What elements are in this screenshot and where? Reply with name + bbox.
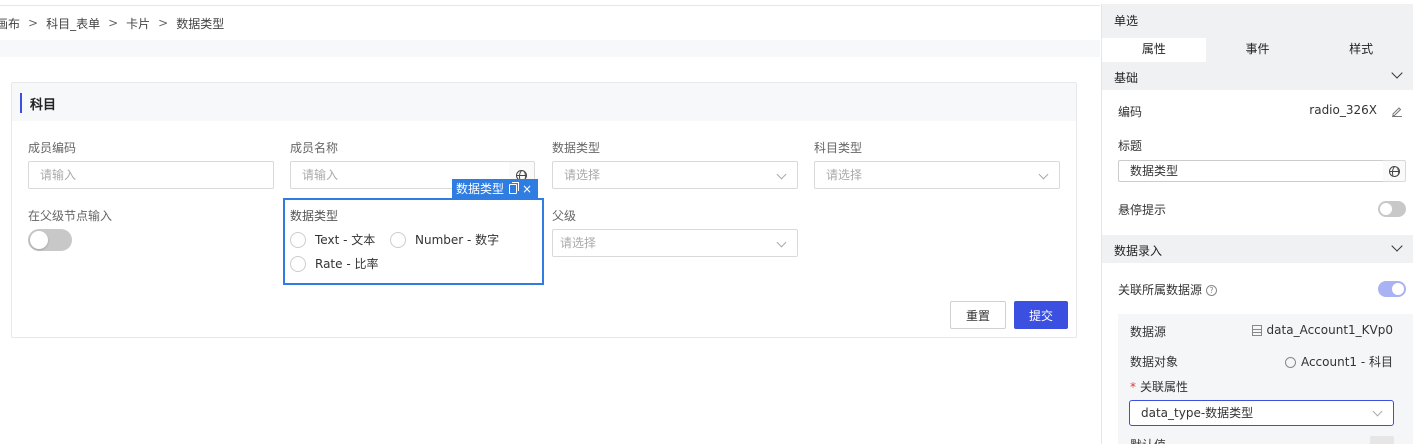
edit-icon[interactable] [1391, 105, 1403, 117]
parent-input-switch[interactable] [28, 229, 72, 251]
section-basic-title: 基础 [1114, 71, 1139, 85]
linked-source-switch[interactable] [1378, 281, 1406, 297]
copy-icon[interactable] [509, 181, 520, 194]
breadcrumb-separator: > [158, 16, 169, 30]
radio-option-label: Text - 文本 [315, 233, 376, 247]
section-basic-header[interactable]: 基础 [1102, 62, 1413, 90]
chevron-down-icon [1372, 406, 1383, 417]
title-field-input[interactable]: 数据类型 [1118, 160, 1384, 182]
radio-circle [290, 255, 306, 272]
section-data-entry-header[interactable]: 数据录入 [1102, 235, 1413, 263]
data-type-radio-label: 数据类型 [290, 209, 339, 223]
radio-option-rate[interactable]: Rate - 比率 [290, 255, 378, 272]
data-source-label: 数据源 [1130, 325, 1167, 339]
linked-attr-select[interactable]: data_type-数据类型 [1129, 400, 1394, 426]
title-field-label: 标题 [1118, 139, 1143, 153]
chevron-down-icon [1038, 169, 1049, 180]
subject-type-select[interactable]: 请选择 [814, 161, 1060, 189]
linked-source-text: 关联所属数据源 [1118, 283, 1203, 297]
tab-events[interactable]: 事件 [1206, 38, 1310, 62]
linked-attr-label: * 关联属性 [1130, 378, 1188, 395]
linked-source-label: 关联所属数据源? [1118, 281, 1218, 298]
title-i18n-button[interactable] [1383, 160, 1406, 182]
chevron-down-icon [776, 169, 787, 180]
card-header: 科目 [12, 83, 1076, 121]
chevron-down-icon [1391, 67, 1403, 79]
parent-select[interactable]: 请选择 [552, 229, 798, 257]
switch-knob [30, 231, 48, 249]
radio-option-label: Rate - 比率 [315, 257, 379, 271]
selected-component-tag[interactable]: 数据类型 × [452, 179, 539, 198]
breadcrumb-item-current[interactable]: 数据类型 [176, 15, 224, 32]
property-panel: 单选 属性 事件 样式 基础 编码 radio_326X 标题 数据类型 悬停提… [1101, 4, 1413, 444]
breadcrumb-item[interactable]: 画布 [0, 15, 20, 32]
close-icon[interactable]: × [522, 183, 532, 195]
tab-styles[interactable]: 样式 [1309, 38, 1413, 62]
member-name-label: 成员名称 [290, 141, 339, 155]
chevron-down-icon [776, 237, 787, 248]
data-object-value: Account1 - 科目 [1284, 353, 1393, 370]
tab-properties[interactable]: 属性 [1102, 38, 1206, 62]
top-border [0, 0, 1100, 6]
radio-circle [290, 231, 306, 248]
parent-placeholder: 请选择 [560, 236, 597, 250]
default-value-button[interactable] [1370, 436, 1394, 444]
card-title: 科目 [30, 98, 57, 113]
member-code-label: 成员编码 [28, 141, 77, 155]
submit-button[interactable]: 提交 [1014, 301, 1068, 329]
radio-option-label: Number - 数字 [415, 233, 500, 247]
data-object-label: 数据对象 [1130, 355, 1179, 369]
breadcrumb: 画布 > 科目_表单 > 卡片 > 数据类型 [0, 14, 224, 32]
panel-title: 单选 [1102, 4, 1413, 38]
data-type-select-label: 数据类型 [552, 141, 601, 155]
table-icon [1251, 325, 1262, 336]
breadcrumb-separator: > [28, 16, 39, 30]
object-icon [1284, 357, 1296, 368]
data-type-select[interactable]: 请选择 [552, 161, 798, 189]
radio-circle [390, 231, 406, 248]
subject-type-label: 科目类型 [814, 141, 863, 155]
help-icon[interactable]: ? [1206, 285, 1218, 296]
radio-option-text[interactable]: Text - 文本 [290, 231, 375, 248]
code-label: 编码 [1118, 105, 1143, 119]
breadcrumb-separator: > [108, 16, 119, 30]
section-data-entry-title: 数据录入 [1114, 244, 1163, 258]
breadcrumb-item[interactable]: 卡片 [126, 15, 150, 32]
hover-tip-label: 悬停提示 [1118, 203, 1167, 217]
data-type-select-placeholder: 请选择 [564, 168, 601, 182]
data-source-text: data_Account1_KVp0 [1266, 323, 1393, 337]
switch-knob [1380, 203, 1392, 215]
panel-tabs: 属性 事件 样式 [1102, 38, 1413, 62]
radio-option-number[interactable]: Number - 数字 [390, 231, 499, 248]
default-value-label: 默认值 [1130, 436, 1166, 444]
hover-tip-switch[interactable] [1378, 201, 1406, 217]
linked-attr-value: data_type-数据类型 [1141, 406, 1254, 420]
parent-input-label: 在父级节点输入 [28, 209, 113, 223]
globe-icon [1388, 165, 1400, 177]
canvas-band [0, 40, 1100, 57]
data-source-value: data_Account1_KVp0 [1251, 323, 1393, 337]
linked-attr-text: 关联属性 [1140, 380, 1189, 394]
member-code-input[interactable]: 请输入 [28, 161, 274, 189]
card-title-accent [20, 93, 22, 113]
subject-type-placeholder: 请选择 [826, 168, 863, 182]
form-card[interactable]: 科目 [11, 82, 1077, 338]
data-object-text: Account1 - 科目 [1300, 355, 1393, 369]
required-mark: * [1130, 380, 1136, 394]
breadcrumb-item[interactable]: 科目_表单 [46, 15, 100, 32]
code-value: radio_326X [1309, 103, 1377, 117]
chevron-down-icon [1391, 240, 1403, 252]
reset-button[interactable]: 重置 [950, 301, 1006, 329]
parent-label: 父级 [552, 209, 577, 223]
app-root: 画布 > 科目_表单 > 卡片 > 数据类型 科目 成员编码 请输入 成员名称 … [0, 0, 1413, 444]
selected-tag-label: 数据类型 [456, 182, 505, 196]
switch-knob [1392, 283, 1404, 295]
